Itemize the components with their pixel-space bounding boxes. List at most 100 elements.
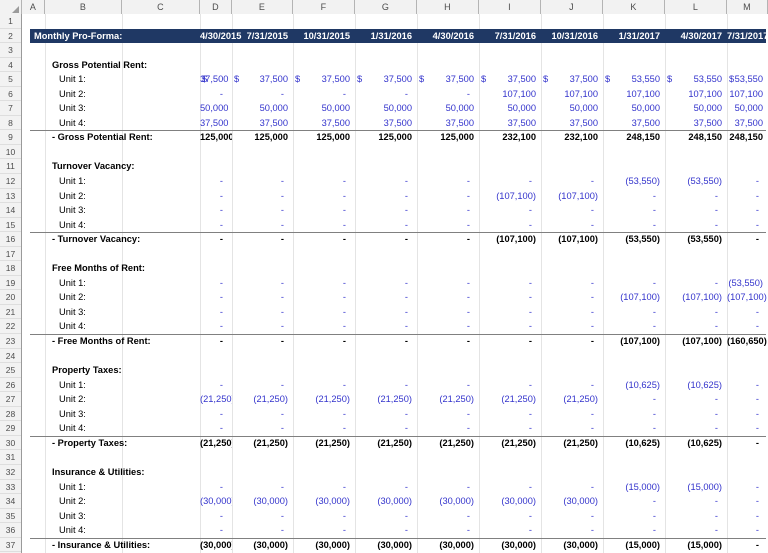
value-cell-4-3-3[interactable]: - [355, 523, 417, 538]
value-cell-4-2-2[interactable]: - [293, 509, 355, 524]
value-cell-3-0-9[interactable]: - [727, 378, 768, 393]
sheet-row-25[interactable]: Property Taxes: [22, 363, 768, 378]
value-cell-4-0-5[interactable]: - [479, 480, 541, 495]
sheet-row-20[interactable]: Unit 2: - - - - - - - (107,100) (107,100) (107,100… [22, 290, 768, 305]
value-cell-0-1-8[interactable]: 107,100 [665, 87, 727, 102]
value-cell-2-3-2[interactable]: - [293, 319, 355, 334]
value-cell-3-0-0[interactable]: - [200, 378, 232, 393]
select-all-corner[interactable] [0, 0, 22, 14]
value-cell-1-3-4[interactable]: - [417, 218, 479, 233]
value-cell-1-0-8[interactable]: (53,550) [665, 174, 727, 189]
value-cell-2-2-9[interactable]: - [727, 305, 768, 320]
value-cell-2-2-0[interactable]: - [200, 305, 232, 320]
total-value-4-6[interactable]: (30,000) [541, 538, 603, 553]
total-value-2-2[interactable]: - [293, 334, 355, 349]
value-cell-2-1-9[interactable]: (107,100) [727, 290, 768, 305]
row-header-6[interactable]: 6 [0, 86, 21, 102]
row-header-36[interactable]: 36 [0, 523, 21, 538]
value-cell-0-3-8[interactable]: 37,500 [665, 116, 727, 131]
sheet-row-8[interactable]: Unit 4: 37,500 37,500 37,500 37,500 37,500 37,… [22, 116, 768, 131]
value-cell-1-3-0[interactable]: - [200, 218, 232, 233]
value-cell-0-3-2[interactable]: 37,500 [293, 116, 355, 131]
row-header-19[interactable]: 19 [0, 275, 21, 291]
unit-label-4-2[interactable]: Unit 3: [59, 509, 219, 524]
value-cell-0-2-3[interactable]: 50,000 [355, 101, 417, 116]
value-cell-0-2-7[interactable]: 50,000 [603, 101, 665, 116]
row-header-1[interactable]: 1 [0, 14, 21, 29]
sheet-row-16[interactable]: - Turnover Vacancy: - - - - - (107,100) (107,10… [22, 232, 768, 247]
total-value-3-7[interactable]: (10,625) [603, 436, 665, 451]
column-header-f[interactable]: F [293, 0, 355, 14]
total-value-2-6[interactable]: - [541, 334, 603, 349]
section-heading-0[interactable]: Gross Potential Rent: [52, 58, 222, 73]
value-cell-1-2-6[interactable]: - [541, 203, 603, 218]
value-cell-1-1-7[interactable]: - [603, 189, 665, 204]
value-cell-1-2-5[interactable]: - [479, 203, 541, 218]
unit-label-3-1[interactable]: Unit 2: [59, 392, 219, 407]
row-header-37[interactable]: 37 [0, 537, 21, 553]
value-cell-1-3-2[interactable]: - [293, 218, 355, 233]
column-header-e[interactable]: E [232, 0, 293, 14]
unit-label-2-3[interactable]: Unit 4: [59, 319, 219, 334]
total-value-0-4[interactable]: 125,000 [417, 130, 479, 145]
row-header-13[interactable]: 13 [0, 188, 21, 204]
column-header-h[interactable]: H [417, 0, 479, 14]
total-value-2-0[interactable]: - [200, 334, 232, 349]
value-cell-2-1-3[interactable]: - [355, 290, 417, 305]
value-cell-2-3-1[interactable]: - [232, 319, 293, 334]
value-cell-0-2-6[interactable]: 50,000 [541, 101, 603, 116]
unit-label-1-3[interactable]: Unit 4: [59, 218, 219, 233]
value-cell-4-2-9[interactable]: - [727, 509, 768, 524]
section-heading-2[interactable]: Free Months of Rent: [52, 261, 222, 276]
section-heading-4[interactable]: Insurance & Utilities: [52, 465, 222, 480]
value-cell-3-3-0[interactable]: - [200, 421, 232, 436]
total-value-0-5[interactable]: 232,100 [479, 130, 541, 145]
unit-label-0-0[interactable]: Unit 1: [59, 72, 219, 87]
value-cell-1-1-4[interactable]: - [417, 189, 479, 204]
value-cell-1-3-7[interactable]: - [603, 218, 665, 233]
value-cell-0-0-3[interactable]: 37,500 [355, 72, 417, 87]
value-cell-1-0-4[interactable]: - [417, 174, 479, 189]
value-cell-0-0-0[interactable]: 37,500 [200, 72, 232, 87]
total-value-1-1[interactable]: - [232, 232, 293, 247]
value-cell-3-2-2[interactable]: - [293, 407, 355, 422]
total-value-2-3[interactable]: - [355, 334, 417, 349]
total-value-3-1[interactable]: (21,250) [232, 436, 293, 451]
value-cell-1-1-6[interactable]: (107,100) [541, 189, 603, 204]
value-cell-1-0-3[interactable]: - [355, 174, 417, 189]
row-header-20[interactable]: 20 [0, 290, 21, 305]
value-cell-3-1-0[interactable]: (21,250) [200, 392, 232, 407]
value-cell-2-1-2[interactable]: - [293, 290, 355, 305]
sheet-row-7[interactable]: Unit 3: 50,000 50,000 50,000 50,000 50,000 50,… [22, 101, 768, 116]
total-value-2-8[interactable]: (107,100) [665, 334, 727, 349]
row-header-33[interactable]: 33 [0, 479, 21, 495]
section-heading-1[interactable]: Turnover Vacancy: [52, 159, 222, 174]
value-cell-0-3-0[interactable]: 37,500 [200, 116, 232, 131]
value-cell-2-2-3[interactable]: - [355, 305, 417, 320]
value-cell-2-3-8[interactable]: - [665, 319, 727, 334]
sheet-row-3[interactable] [22, 43, 768, 58]
value-cell-3-3-8[interactable]: - [665, 421, 727, 436]
row-header-9[interactable]: 9 [0, 130, 21, 145]
sheet-row-34[interactable]: Unit 2: (30,000) (30,000) (30,000) (30,000)(… [22, 494, 768, 509]
value-cell-1-2-3[interactable]: - [355, 203, 417, 218]
value-cell-4-2-8[interactable]: - [665, 509, 727, 524]
total-value-0-3[interactable]: 125,000 [355, 130, 417, 145]
value-cell-1-2-0[interactable]: - [200, 203, 232, 218]
row-header-25[interactable]: 25 [0, 363, 21, 378]
value-cell-4-3-2[interactable]: - [293, 523, 355, 538]
column-header-k[interactable]: K [603, 0, 665, 14]
value-cell-4-1-4[interactable]: (30,000) [417, 494, 479, 509]
total-value-1-2[interactable]: - [293, 232, 355, 247]
total-value-3-6[interactable]: (21,250) [541, 436, 603, 451]
value-cell-0-1-2[interactable]: - [293, 87, 355, 102]
row-header-4[interactable]: 4 [0, 57, 21, 73]
value-cell-2-3-7[interactable]: - [603, 319, 665, 334]
total-value-3-4[interactable]: (21,250) [417, 436, 479, 451]
sheet-row-1[interactable] [22, 14, 768, 29]
unit-label-4-3[interactable]: Unit 4: [59, 523, 219, 538]
sheet-row-4[interactable]: Gross Potential Rent: [22, 58, 768, 73]
total-value-0-2[interactable]: 125,000 [293, 130, 355, 145]
total-value-0-6[interactable]: 232,100 [541, 130, 603, 145]
sheet-row-22[interactable]: Unit 4: - - - - - - - - - - [22, 319, 768, 334]
